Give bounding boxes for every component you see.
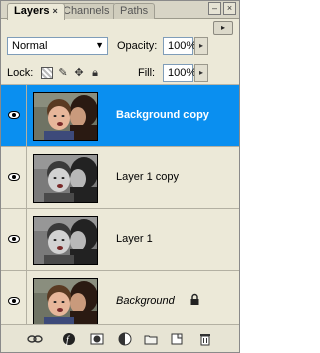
visibility-toggle[interactable] bbox=[1, 209, 27, 270]
layer-thumbnail[interactable] bbox=[33, 154, 98, 203]
chevron-down-icon: ▼ bbox=[95, 40, 104, 50]
group-folder-icon[interactable] bbox=[143, 331, 159, 347]
tab-close-icon[interactable]: × bbox=[52, 6, 57, 16]
tab-channels[interactable]: Channels bbox=[56, 3, 117, 19]
layer-row[interactable]: Background copy bbox=[1, 85, 239, 147]
lock-image-pixels-icon[interactable]: ✎ bbox=[57, 67, 69, 79]
visibility-toggle[interactable] bbox=[1, 147, 27, 208]
layer-row[interactable]: Layer 1 bbox=[1, 209, 239, 271]
layer-name[interactable]: Background bbox=[116, 295, 175, 307]
tab-paths-label: Paths bbox=[120, 5, 149, 17]
adjustment-icon[interactable] bbox=[117, 331, 133, 347]
tab-layers[interactable]: Layers × bbox=[7, 3, 65, 20]
eye-icon bbox=[8, 173, 20, 181]
panel-menu-icon[interactable]: ▸ bbox=[213, 21, 233, 35]
fill-input[interactable]: 100% bbox=[163, 64, 196, 82]
new-layer-icon[interactable] bbox=[169, 331, 185, 347]
layer-thumbnail[interactable] bbox=[33, 278, 98, 327]
layer-name[interactable]: Background copy bbox=[116, 109, 209, 121]
layers-panel: Layers × Channels Paths – × ▸ Normal ▼ Op… bbox=[0, 0, 240, 353]
lock-transparent-pixels-icon[interactable] bbox=[41, 67, 53, 79]
opacity-input[interactable]: 100% bbox=[163, 37, 196, 55]
blend-mode-value: Normal bbox=[12, 40, 48, 52]
layer-name[interactable]: Layer 1 bbox=[116, 233, 153, 245]
layer-row[interactable]: Layer 1 copy bbox=[1, 147, 239, 209]
layer-thumbnail[interactable] bbox=[33, 216, 98, 265]
lock-all-icon[interactable]: 🔒︎ bbox=[89, 67, 101, 79]
blend-mode-select[interactable]: Normal ▼ bbox=[7, 37, 108, 55]
lock-label: Lock: bbox=[7, 67, 34, 79]
tab-layers-label: Layers bbox=[14, 5, 50, 17]
mask-icon[interactable] bbox=[89, 331, 105, 347]
layer-style-icon[interactable]: f bbox=[61, 331, 77, 347]
eye-icon bbox=[8, 111, 20, 119]
opacity-slider-arrow-icon[interactable]: ▸ bbox=[194, 37, 208, 55]
trash-icon[interactable] bbox=[197, 331, 213, 347]
layer-name[interactable]: Layer 1 copy bbox=[116, 171, 179, 183]
eye-icon bbox=[8, 235, 20, 243]
visibility-toggle[interactable] bbox=[1, 85, 27, 146]
close-icon[interactable]: × bbox=[223, 2, 236, 15]
layer-thumbnail[interactable] bbox=[33, 92, 98, 141]
minimize-icon[interactable]: – bbox=[208, 2, 221, 15]
visibility-toggle[interactable] bbox=[1, 271, 27, 332]
panel-tab-bar: Layers × Channels Paths – × bbox=[1, 1, 239, 20]
fill-label: Fill: bbox=[138, 67, 156, 79]
panel-footer-toolbar: f bbox=[1, 324, 239, 352]
fill-slider-arrow-icon[interactable]: ▸ bbox=[194, 64, 208, 82]
tab-paths[interactable]: Paths bbox=[113, 3, 156, 19]
opacity-label: Opacity: bbox=[117, 40, 158, 52]
lock-position-icon[interactable]: ✥ bbox=[73, 67, 85, 79]
padlock-icon bbox=[189, 293, 200, 306]
eye-icon bbox=[8, 297, 20, 305]
tab-channels-label: Channels bbox=[63, 5, 110, 17]
link-icon[interactable] bbox=[27, 331, 43, 347]
